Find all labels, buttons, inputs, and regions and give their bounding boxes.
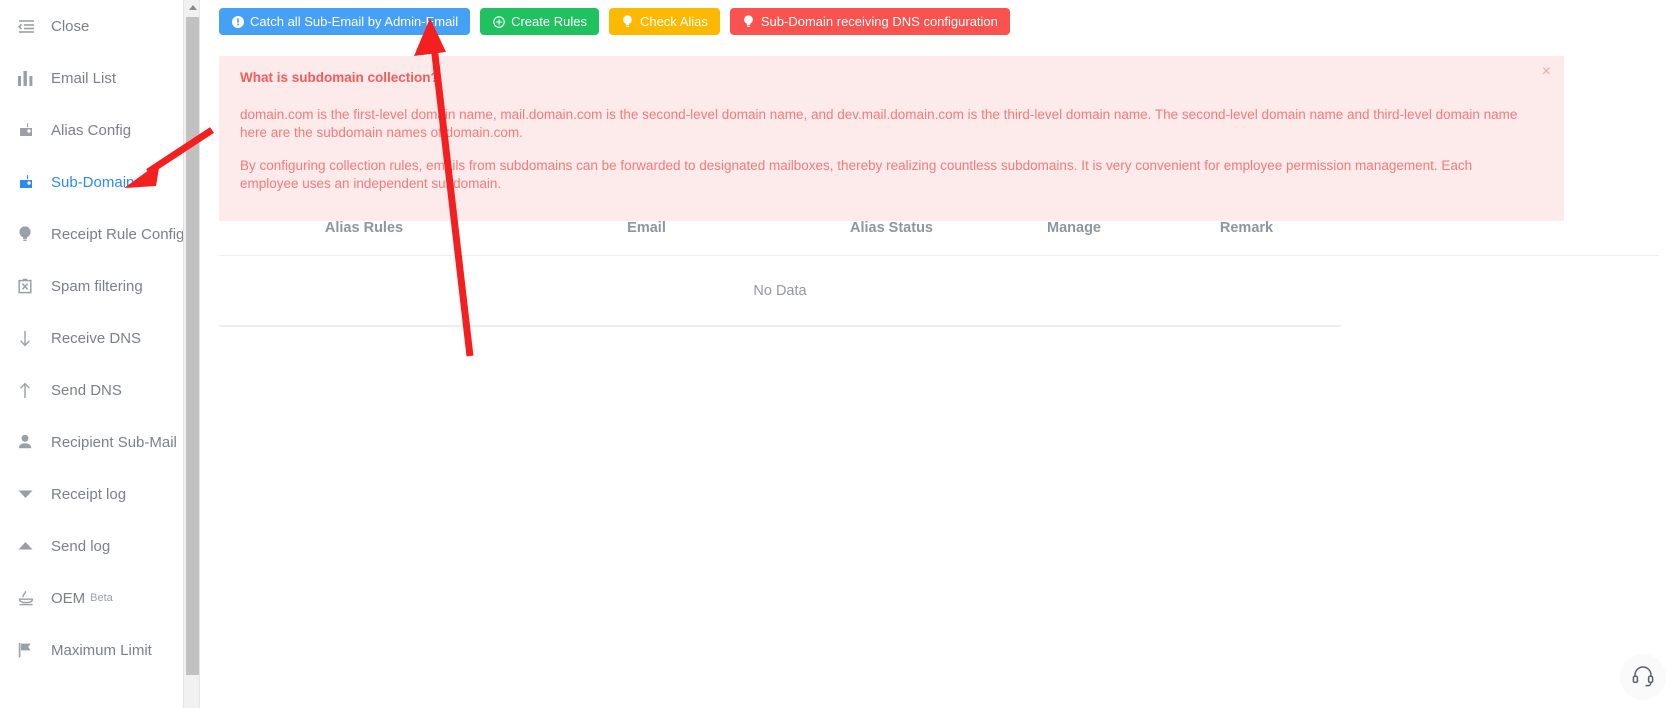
bulb-icon bbox=[621, 15, 634, 28]
sidebar-item-spam-filtering[interactable]: Spam filtering bbox=[0, 260, 199, 312]
button-label: Create Rules bbox=[511, 14, 587, 29]
sidebar-item-maximum-limit[interactable]: Maximum Limit bbox=[0, 624, 199, 676]
spam-box-icon bbox=[18, 277, 42, 295]
table-empty-state: No Data bbox=[219, 256, 1341, 326]
mailbox-icon bbox=[18, 121, 42, 139]
sidebar-scrollbar[interactable] bbox=[183, 0, 199, 708]
sub-domain-dns-config-button[interactable]: Sub-Domain receiving DNS configuration bbox=[729, 8, 1010, 35]
stamp-icon bbox=[18, 589, 42, 607]
sidebar-item-sub-domain[interactable]: Sub-Domain bbox=[0, 156, 199, 208]
sidebar-item-label: OEM bbox=[51, 589, 86, 607]
caret-down-icon bbox=[18, 485, 42, 503]
button-label: Check Alias bbox=[639, 14, 708, 29]
check-alias-button[interactable]: Check Alias bbox=[608, 8, 720, 35]
bulb-icon bbox=[742, 15, 755, 28]
button-label: Catch all Sub-Email by Admin-Email bbox=[250, 14, 459, 29]
table-header-row: Alias Rules Email Alias Status Manage Re… bbox=[219, 200, 1659, 256]
caret-up-icon bbox=[18, 537, 42, 555]
action-toolbar: Catch all Sub-Email by Admin-Email Creat… bbox=[219, 8, 1010, 35]
column-header-alias-status: Alias Status bbox=[850, 219, 933, 236]
sidebar: Close Email List Alias Config Sub-Domain… bbox=[0, 0, 200, 708]
button-label: Sub-Domain receiving DNS configuration bbox=[760, 14, 998, 29]
headset-icon bbox=[1631, 663, 1655, 692]
sidebar-item-label: Sub-Domain bbox=[51, 173, 135, 191]
sidebar-item-label: Receipt log bbox=[51, 485, 127, 503]
info-circle-icon bbox=[231, 15, 244, 28]
plus-circle-icon bbox=[492, 15, 505, 28]
column-header-alias-rules: Alias Rules bbox=[324, 219, 404, 236]
alert-paragraph-2: By configuring collection rules, emails … bbox=[240, 157, 1473, 191]
arrow-down-icon bbox=[18, 329, 42, 347]
sidebar-item-recipient-sub-mail[interactable]: Recipient Sub-Mail bbox=[0, 416, 199, 468]
sidebar-item-badge: Beta bbox=[90, 592, 113, 604]
sidebar-item-receipt-rule-config[interactable]: Receipt Rule Config bbox=[0, 208, 199, 260]
column-header-email: Email bbox=[627, 219, 666, 236]
sidebar-item-alias-config[interactable]: Alias Config bbox=[0, 104, 199, 156]
sidebar-item-label: Send log bbox=[51, 537, 111, 555]
sidebar-item-label: Spam filtering bbox=[51, 277, 143, 295]
arrow-up-icon bbox=[18, 381, 42, 399]
sidebar-item-label: Email List bbox=[51, 69, 117, 87]
sidebar-item-label: Alias Config bbox=[51, 121, 132, 139]
sidebar-item-label: Maximum Limit bbox=[51, 641, 152, 659]
catch-all-sub-email-button[interactable]: Catch all Sub-Email by Admin-Email bbox=[219, 8, 471, 35]
sidebar-item-label: Receipt Rule Config bbox=[51, 225, 185, 243]
scrollbar-up-arrow-icon[interactable] bbox=[184, 0, 199, 15]
subdomain-info-alert: What is subdomain collection? domain.com… bbox=[219, 56, 1564, 222]
table-bottom-divider bbox=[219, 326, 1341, 327]
alert-paragraph-1: domain.com is the first-level domain nam… bbox=[240, 107, 1518, 141]
sidebar-item-label: Close bbox=[51, 17, 90, 35]
list-collapse-icon bbox=[18, 17, 42, 35]
sidebar-item-receive-dns[interactable]: Receive DNS bbox=[0, 312, 199, 364]
close-icon[interactable]: × bbox=[1542, 64, 1551, 80]
sidebar-item-label: Send DNS bbox=[51, 381, 122, 399]
column-header-remark: Remark bbox=[1219, 219, 1274, 236]
sidebar-item-receipt-log[interactable]: Receipt log bbox=[0, 468, 199, 520]
alert-title: What is subdomain collection? bbox=[240, 70, 439, 85]
bar-chart-icon bbox=[18, 69, 42, 87]
alias-rules-table: Alias Rules Email Alias Status Manage Re… bbox=[219, 200, 1659, 327]
sidebar-item-label: Receive DNS bbox=[51, 329, 142, 347]
sidebar-item-send-dns[interactable]: Send DNS bbox=[0, 364, 199, 416]
sidebar-item-email-list[interactable]: Email List bbox=[0, 52, 199, 104]
page-root: Close Email List Alias Config Sub-Domain… bbox=[0, 0, 1676, 708]
create-rules-button[interactable]: Create Rules bbox=[480, 8, 599, 35]
sidebar-item-oem[interactable]: OEM Beta bbox=[0, 572, 199, 624]
user-icon bbox=[18, 433, 42, 451]
main-content: Catch all Sub-Email by Admin-Email Creat… bbox=[200, 0, 1676, 708]
mailbox-icon bbox=[18, 173, 42, 191]
sidebar-item-send-log[interactable]: Send log bbox=[0, 520, 199, 572]
sidebar-item-close[interactable]: Close bbox=[0, 0, 199, 52]
sidebar-item-label: Recipient Sub-Mail bbox=[51, 433, 177, 451]
flag-icon bbox=[18, 641, 42, 659]
scrollbar-thumb[interactable] bbox=[186, 17, 199, 675]
column-header-manage: Manage bbox=[1047, 219, 1101, 236]
support-button[interactable] bbox=[1620, 654, 1666, 700]
lightbulb-icon bbox=[18, 225, 42, 243]
